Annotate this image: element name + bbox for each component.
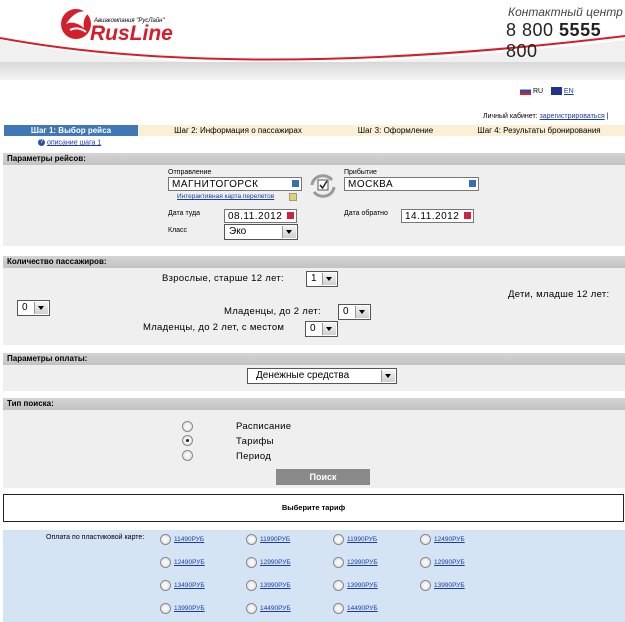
tariff-price-link[interactable]: 13990РУБ — [260, 582, 291, 589]
tariff-radio[interactable] — [246, 557, 257, 568]
card-payment-label: Оплата по пластиковой карте: — [46, 534, 145, 541]
tariffs-panel — [3, 530, 625, 622]
infants-seat-label: Младенцы, до 2 лет, с местом — [143, 322, 285, 333]
step-4-tab[interactable]: Шаг 4: Результаты бронирования — [453, 125, 625, 136]
lang-switch: RU EN — [520, 87, 574, 95]
tariff-radio[interactable] — [333, 580, 344, 591]
lang-en[interactable]: EN — [564, 88, 574, 95]
from-input[interactable]: МАГНИТОГОРСК — [168, 177, 302, 191]
chevron-down-icon — [34, 302, 48, 314]
payment-select[interactable]: Денежные средства — [247, 368, 397, 384]
to-input[interactable]: МОСКВА — [344, 177, 479, 191]
tariff-price-link[interactable]: 13990РУБ — [174, 605, 205, 612]
personal-cabinet: Личный кабинет: зарегистрироваться | — [483, 113, 609, 120]
tariff-radio[interactable] — [246, 603, 257, 614]
tariff-radio[interactable] — [160, 534, 171, 545]
class-label: Класс — [168, 227, 188, 234]
tariff-radio[interactable] — [160, 603, 171, 614]
cabinet-separator: | — [606, 113, 609, 120]
passengers-header: Количество пассажиров: — [3, 256, 625, 268]
children-label: Дети, младше 12 лет: — [508, 289, 610, 300]
to-dropdown-icon[interactable] — [468, 179, 477, 188]
site-header: Авиакомпания "РусЛайн" RusLine Контактны… — [0, 0, 625, 80]
schedule-label: Расписание — [236, 421, 292, 432]
calendar-icon[interactable] — [286, 211, 295, 220]
tariff-price-link[interactable]: 14490РУБ — [347, 605, 378, 612]
tariff-price-link[interactable]: 14490РУБ — [260, 605, 291, 612]
tariff-radio[interactable] — [333, 534, 344, 545]
step-3-tab[interactable]: Шаг 3: Оформление — [338, 125, 453, 136]
tariff-radio[interactable] — [160, 580, 171, 591]
infants-select[interactable]: 0 — [338, 304, 371, 320]
cabinet-label: Личный кабинет: — [483, 113, 538, 120]
infants-label: Младенцы, до 2 лет: — [224, 306, 321, 317]
register-link[interactable]: зарегистрироваться — [540, 113, 605, 120]
tariff-radio[interactable] — [160, 557, 171, 568]
search-button[interactable]: Поиск — [276, 469, 370, 485]
step-description-link[interactable]: описание шага 1 — [47, 139, 101, 146]
tariff-box: Выберите тариф — [3, 494, 624, 522]
contact-phone: 8 800 5555 800 — [506, 20, 602, 61]
step-2-tab[interactable]: Шаг 2: Информация о пассажирах — [138, 125, 338, 136]
tariff-price-link[interactable]: 11990РУБ — [347, 536, 377, 543]
tariff-price-link[interactable]: 12490РУБ — [174, 559, 205, 566]
tariffs-label: Тарифы — [236, 436, 274, 447]
date-back-label: Дата обратно — [344, 210, 388, 217]
to-label: Прибытие — [344, 169, 377, 176]
chevron-down-icon — [322, 323, 336, 335]
tariff-radio[interactable] — [420, 534, 431, 545]
tariff-radio[interactable] — [246, 534, 257, 545]
search-type-header: Тип поиска: — [3, 398, 625, 410]
radio-period[interactable] — [182, 450, 193, 461]
class-select[interactable]: Эко — [224, 224, 298, 240]
adults-label: Взрослые, старше 12 лет: — [162, 273, 284, 284]
tariff-radio[interactable] — [333, 557, 344, 568]
tariff-box-title: Выберите тариф — [281, 503, 346, 512]
tariff-price-link[interactable]: 13490РУБ — [174, 582, 205, 589]
payment-header: Параметры оплаты: — [3, 353, 625, 365]
tariff-radio[interactable] — [246, 580, 257, 591]
chevron-down-icon — [355, 306, 369, 318]
tariff-price-link[interactable]: 12990РУБ — [260, 559, 291, 566]
period-label: Период — [236, 451, 272, 462]
date-back-input[interactable]: 14.11.2012 — [401, 209, 474, 223]
chevron-down-icon — [381, 370, 395, 382]
tariff-price-link[interactable]: 12490РУБ — [434, 536, 465, 543]
children-select[interactable]: 0 — [17, 300, 50, 316]
tariff-radio[interactable] — [420, 580, 431, 591]
tariff-price-link[interactable]: 12990РУБ — [347, 559, 378, 566]
radio-schedule[interactable] — [182, 421, 193, 432]
tariff-price-link[interactable]: 12990РУБ — [434, 559, 465, 566]
uk-flag-icon — [550, 87, 562, 95]
contact-center-title: Контактный центр — [508, 5, 623, 19]
from-label: Отправление — [168, 169, 212, 176]
tariff-price-link[interactable]: 11490РУБ — [174, 536, 204, 543]
calendar-icon[interactable] — [463, 211, 472, 220]
tariff-price-link[interactable]: 11990РУБ — [260, 536, 290, 543]
brand-name: RusLine — [90, 22, 173, 45]
from-dropdown-icon[interactable] — [291, 179, 300, 188]
date-from-input[interactable]: 08.11.2012 — [224, 209, 297, 223]
help-icon: ? — [38, 139, 45, 146]
radio-tariffs[interactable] — [182, 435, 193, 446]
map-icon[interactable] — [289, 193, 297, 201]
infants-seat-select[interactable]: 0 — [305, 321, 338, 337]
flight-params-header: Параметры рейсов: — [3, 153, 625, 165]
route-map-link[interactable]: Интерактивная карта перелетов — [177, 193, 274, 200]
swap-direction-icon[interactable] — [308, 173, 338, 199]
russia-flag-icon — [520, 87, 531, 95]
tariff-price-link[interactable]: 13990РУБ — [434, 582, 465, 589]
adults-select[interactable]: 1 — [306, 271, 338, 287]
step-1-tab[interactable]: Шаг 1: Выбор рейса — [4, 125, 138, 136]
lang-ru[interactable]: RU — [533, 88, 543, 95]
tariff-radio[interactable] — [333, 603, 344, 614]
tariff-price-link[interactable]: 13990РУБ — [347, 582, 378, 589]
chevron-down-icon — [322, 273, 336, 285]
date-from-label: Дата туда — [168, 210, 200, 217]
tariff-radio[interactable] — [420, 557, 431, 568]
chevron-down-icon — [282, 226, 296, 238]
step-description: ? описание шага 1 — [38, 139, 101, 146]
